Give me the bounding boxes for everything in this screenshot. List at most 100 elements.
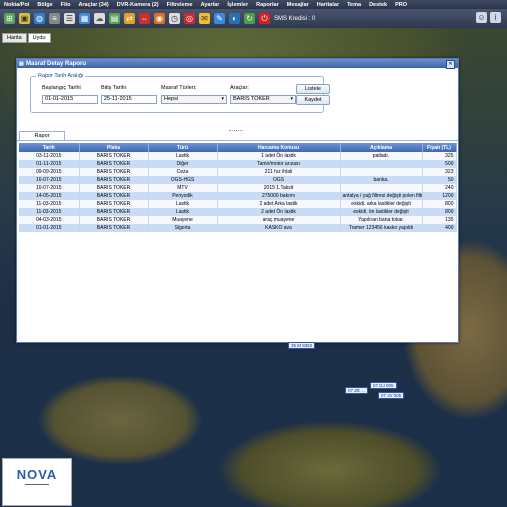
column-header-plate[interactable]: Plaka — [79, 143, 149, 152]
vehicle-marker-label[interactable]: 07 DJ 005 — [370, 382, 397, 389]
cell-date: 10-07-2015 — [19, 184, 80, 192]
column-header-type[interactable]: Türü — [148, 143, 218, 152]
vehicle-marker-label[interactable]: 07 JV 005 — [378, 392, 405, 399]
cell-subject: OGS — [217, 176, 341, 184]
end-date-field[interactable]: 25-11-2015 — [101, 95, 157, 104]
cell-plate: BARIS TOKER — [79, 152, 149, 160]
car-icon[interactable]: ▣ — [19, 13, 30, 24]
menu-item-region[interactable]: Bölge — [33, 2, 56, 8]
target-icon[interactable]: ◎ — [184, 13, 195, 24]
user-icon[interactable]: ☺ — [476, 12, 487, 23]
menu-item-settings[interactable]: Ayarlar — [197, 2, 224, 8]
map-icon[interactable]: ⊞ — [4, 13, 15, 24]
column-header-date[interactable]: Tarih — [19, 143, 80, 152]
cell-date: 16-07-2015 — [19, 176, 80, 184]
table-row[interactable]: 01-11-2015 BARIS TOKER Diğer Tamir/motor… — [19, 160, 457, 168]
column-header-description[interactable]: Açıklama — [340, 143, 423, 152]
table-row[interactable]: 14-05-2015 BARIS TOKER Periyodik 275000 … — [19, 192, 457, 200]
refresh-icon[interactable]: ↻ — [244, 13, 255, 24]
column-header-price[interactable]: Fiyatı (TL) — [422, 143, 457, 152]
cell-type: Diğer — [148, 160, 218, 168]
tab-harita[interactable]: Harita — [2, 33, 27, 43]
save-button[interactable]: Kaydet — [296, 95, 330, 105]
start-date-field[interactable]: 01-01-2015 — [42, 95, 98, 104]
vehicle-select[interactable]: BARIS TOKER ▾ — [230, 95, 296, 104]
cell-price: 800 — [422, 208, 457, 216]
cell-type: Sigorta — [148, 224, 218, 232]
cell-date: 04-03-2015 — [19, 216, 80, 224]
list-button[interactable]: Listele — [296, 84, 330, 94]
message-icon[interactable]: ✉ — [199, 13, 210, 24]
menu-item-dvr[interactable]: DVR-Kamera (2) — [113, 2, 163, 8]
world-icon[interactable]: ◐ — [229, 13, 240, 24]
cell-plate: BARIS TOKER — [79, 176, 149, 184]
close-icon[interactable]: ✕ — [446, 60, 455, 69]
cell-price: 1200 — [422, 192, 457, 200]
splitter-handle[interactable] — [229, 130, 243, 132]
grid-icon[interactable]: ▦ — [79, 13, 90, 24]
cell-type: OGS-HGS — [148, 176, 218, 184]
cell-subject: 2015 1.Taksit — [217, 184, 341, 192]
table-row[interactable]: 16-07-2015 BARIS TOKER OGS-HGS OGS banka… — [19, 176, 457, 184]
route-icon[interactable]: ⇄ — [124, 13, 135, 24]
cell-plate: BARIS TOKER — [79, 208, 149, 216]
map-type-tabs: Harita Uydu — [2, 33, 51, 43]
menu-item-maps[interactable]: Haritalar — [313, 2, 343, 8]
menu-item-vehicles[interactable]: Araçlar (34) — [74, 2, 112, 8]
sms-credit: SMS Kredisi : 0 — [274, 15, 316, 22]
column-header-subject[interactable]: Harcama Konusu — [217, 143, 341, 152]
expense-type-label: Masraf Türleri: — [161, 85, 197, 91]
info-icon[interactable]: i — [490, 12, 501, 23]
table-row[interactable]: 01-01-2015 BARIS TOKER Sigorta KASKO ava… — [19, 224, 457, 232]
table-row[interactable]: 03-11-2015 BARIS TOKER Lastik 1 adet Ön … — [19, 152, 457, 160]
chat-icon[interactable]: ✎ — [214, 13, 225, 24]
gauge-icon[interactable]: ◷ — [169, 13, 180, 24]
chevron-down-icon: ▾ — [290, 96, 293, 102]
expense-type-select[interactable]: Hepsi ▾ — [161, 95, 227, 104]
cell-description — [340, 160, 423, 168]
menu-item-fleet[interactable]: Filo — [57, 2, 75, 8]
logo-decoration: ▬▬▬▬▬▬▬▬ — [25, 482, 49, 486]
cell-date: 11-03-2015 — [19, 208, 80, 216]
cell-type: Ceza — [148, 168, 218, 176]
menu-item-poi[interactable]: Nokta/Poi — [0, 2, 33, 8]
cell-description: eskidi. ön lastikler değişti — [340, 208, 423, 216]
cell-price: 323 — [422, 168, 457, 176]
cell-type: Periyodik — [148, 192, 218, 200]
list-icon[interactable]: ☰ — [64, 13, 75, 24]
vehicle-marker-label[interactable]: 07 ZE ... — [345, 387, 369, 394]
cell-date: 09-09-2015 — [19, 168, 80, 176]
vehicle-marker-label[interactable]: 35 M 8352 — [288, 342, 316, 349]
menu-item-pro[interactable]: PRO — [391, 2, 411, 8]
menu-item-theme[interactable]: Tema — [343, 2, 365, 8]
tab-uydu[interactable]: Uydu — [27, 33, 51, 43]
menu-item-operations[interactable]: İşlemler — [223, 2, 252, 8]
menu-item-support[interactable]: Destek — [365, 2, 391, 8]
dialog-titlebar[interactable]: ▤ Masraf Detay Raporu ✕ — [17, 59, 458, 69]
expense-table: Tarih Plaka Türü Harcama Konusu Açıklama… — [19, 143, 457, 232]
cell-subject: araç muayene — [217, 216, 341, 224]
cell-plate: BARIS TOKER — [79, 184, 149, 192]
cell-type: Lastik — [148, 152, 218, 160]
table-row[interactable]: 09-09-2015 BARIS TOKER Ceza 211 hız ihla… — [19, 168, 457, 176]
cell-description: patladı. — [340, 152, 423, 160]
cell-subject: 2 adet Arka lastik — [217, 200, 341, 208]
table-row[interactable]: 04-03-2015 BARIS TOKER Muayene araç muay… — [19, 216, 457, 224]
bell-icon[interactable]: ◉ — [154, 13, 165, 24]
cell-price: 325 — [422, 152, 457, 160]
layers-icon[interactable]: ≡ — [49, 13, 60, 24]
swap-icon[interactable]: ⇔ — [139, 13, 150, 24]
menu-item-reports[interactable]: Raporlar — [252, 2, 283, 8]
cell-plate: BARIS TOKER — [79, 160, 149, 168]
menu-item-filter[interactable]: Filtreleme — [163, 2, 197, 8]
globe-icon[interactable]: ◍ — [34, 13, 45, 24]
table-row[interactable]: 11-03-2015 BARIS TOKER Lastik 2 adet Ön … — [19, 208, 457, 216]
cell-description: Yapılıran bana tokar. — [340, 216, 423, 224]
power-icon[interactable]: ⏻ — [259, 13, 270, 24]
menu-item-messages[interactable]: Mesajlar — [283, 2, 313, 8]
chart-icon[interactable]: ▤ — [109, 13, 120, 24]
filter-legend: Rapor Tarih Aralığı — [38, 73, 84, 79]
cloud-icon[interactable]: ☁ — [94, 13, 105, 24]
table-row[interactable]: 11-03-2015 BARIS TOKER Lastik 2 adet Ark… — [19, 200, 457, 208]
table-row[interactable]: 10-07-2015 BARIS TOKER MTV 2015 1.Taksit… — [19, 184, 457, 192]
